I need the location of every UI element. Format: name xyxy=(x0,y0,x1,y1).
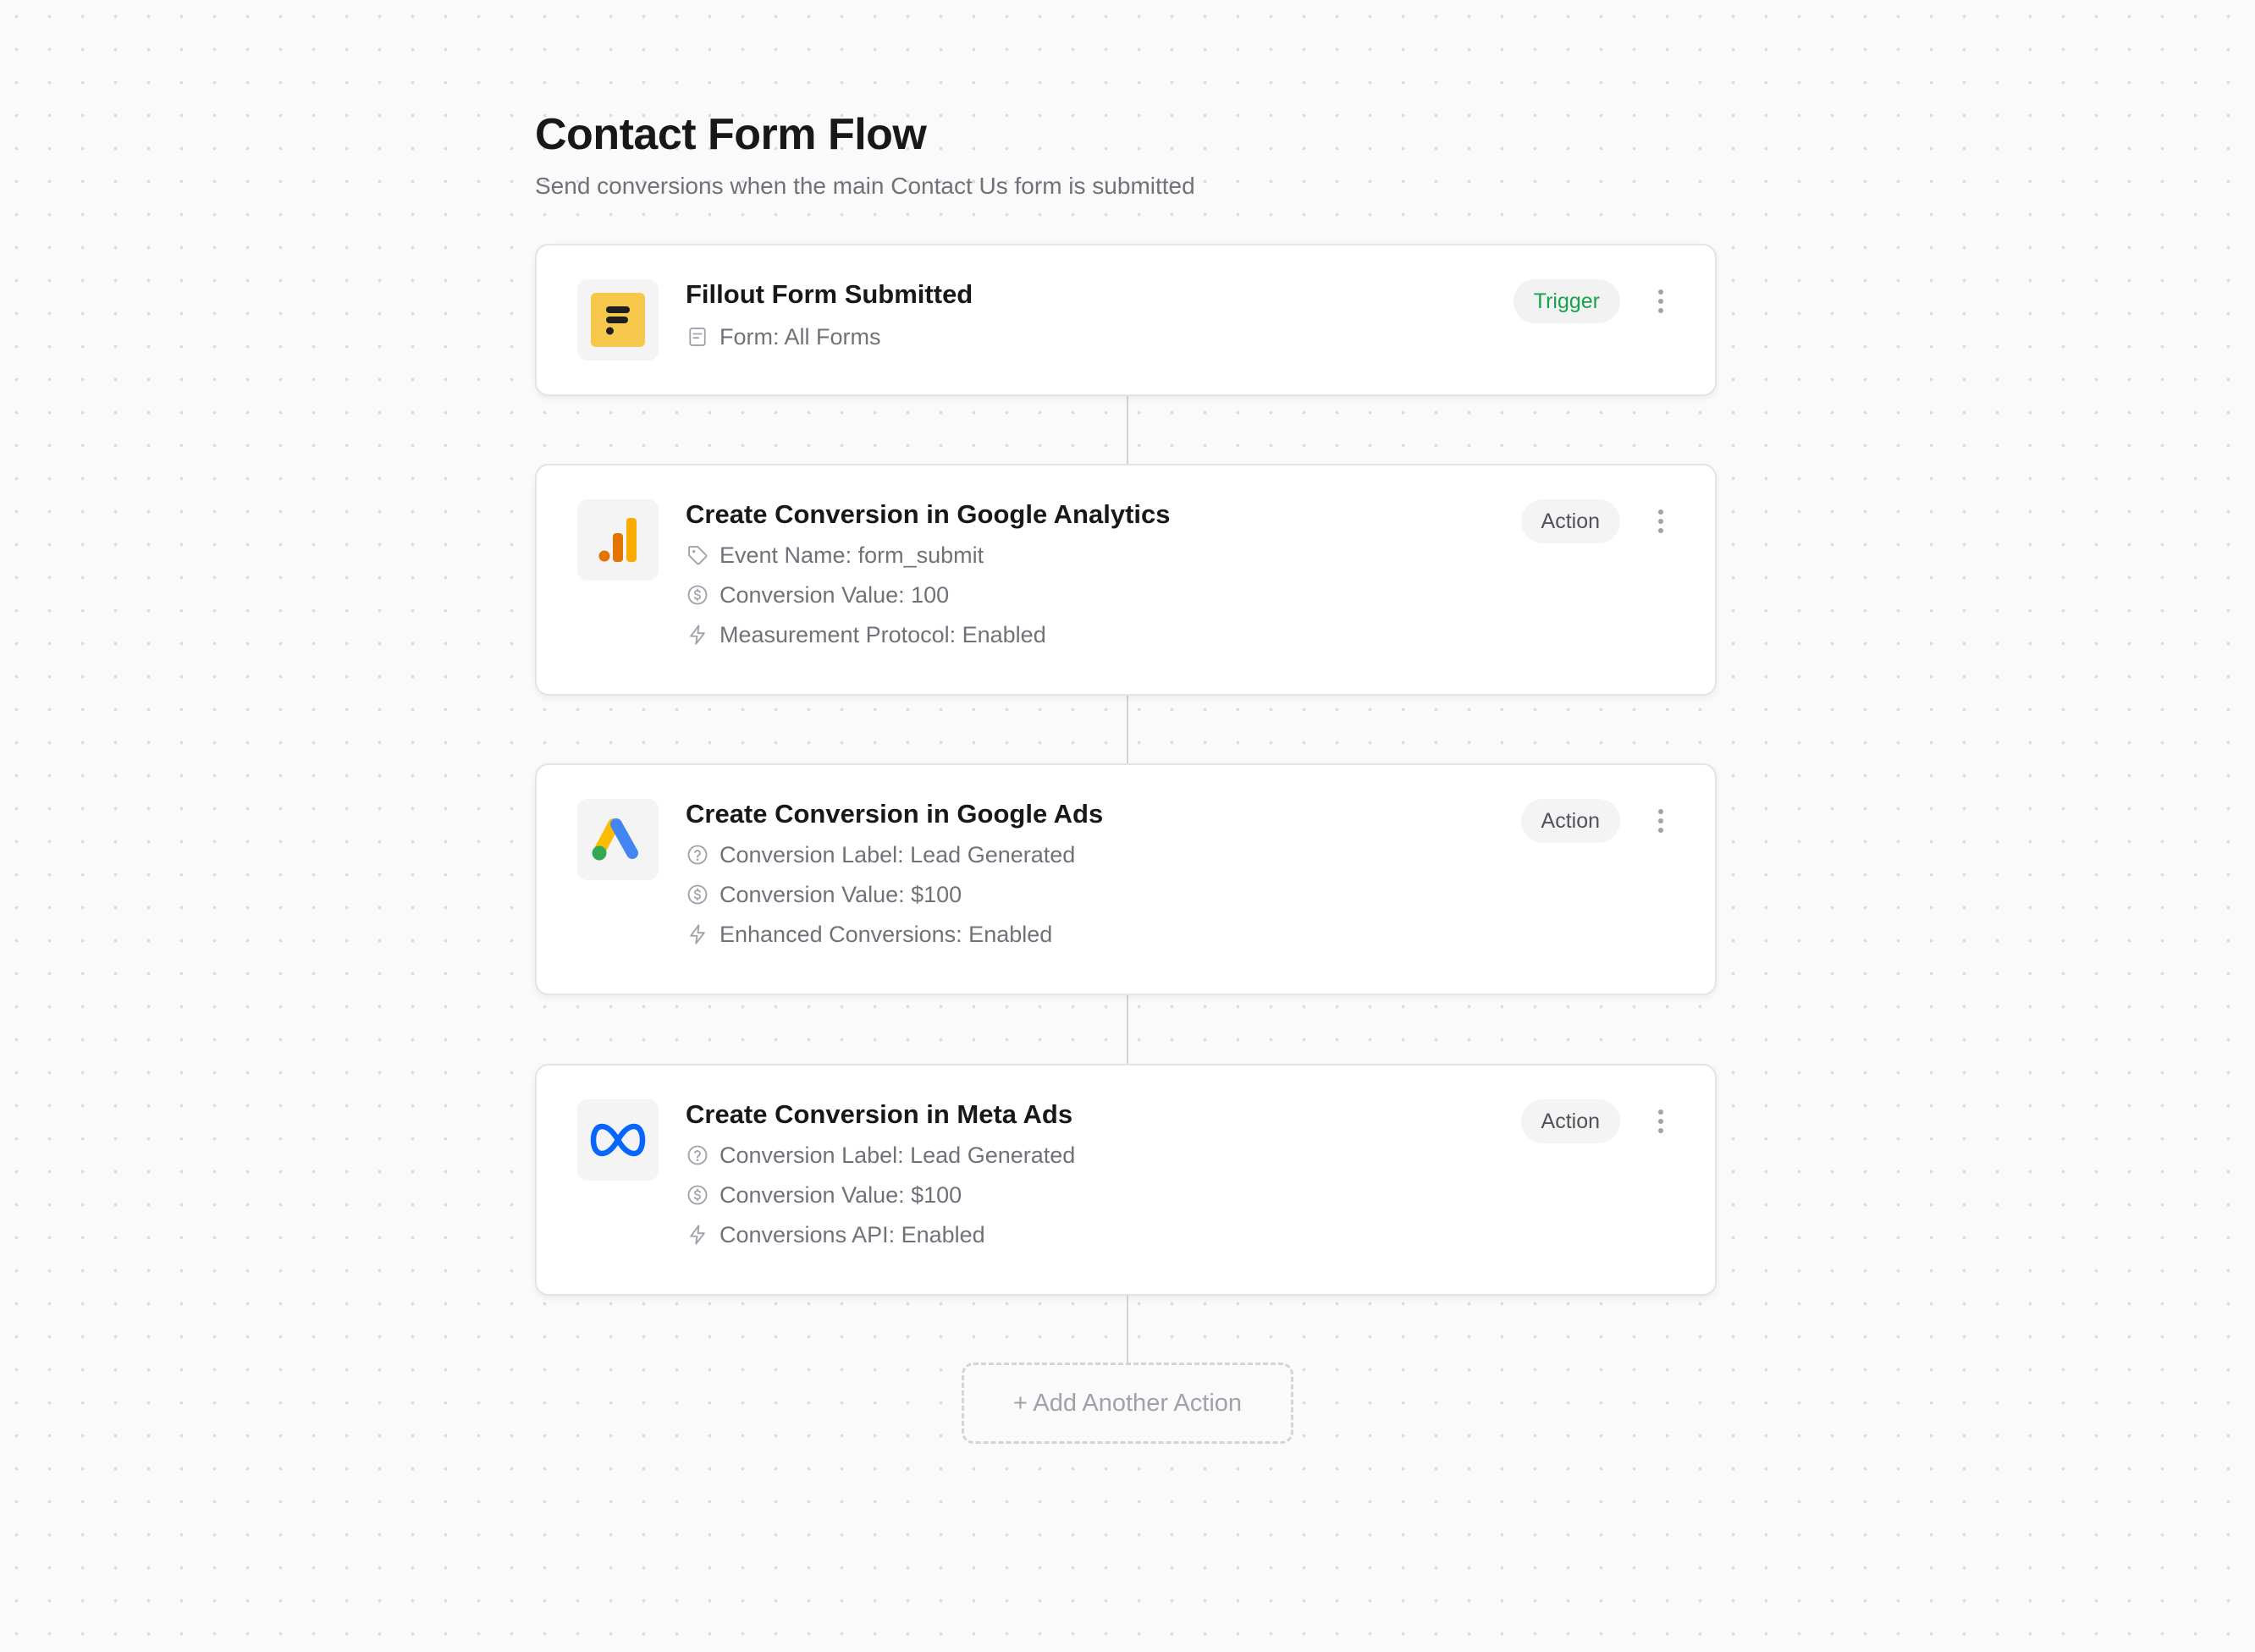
more-options-button[interactable] xyxy=(1647,279,1674,323)
connector-line xyxy=(1127,1296,1128,1363)
step-detail-event-name: Event Name: form_submit xyxy=(686,538,1596,571)
step-title: Create Conversion in Google Analytics xyxy=(686,499,1171,529)
dollar-circle-icon xyxy=(686,1183,709,1207)
dollar-circle-icon xyxy=(686,583,709,607)
step-detail-conversion-value: Conversion Value: $100 xyxy=(686,878,1596,911)
more-vertical-icon xyxy=(1657,508,1664,535)
step-detail-enhanced-conversions: Enhanced Conversions: Enabled xyxy=(686,917,1596,950)
page-title: Contact Form Flow xyxy=(535,110,927,159)
google-ads-logo xyxy=(577,799,659,880)
more-options-button[interactable] xyxy=(1647,499,1674,543)
lightning-icon xyxy=(686,922,709,946)
dollar-circle-icon xyxy=(686,883,709,906)
connector-line xyxy=(1127,696,1128,763)
form-icon xyxy=(686,325,709,349)
more-options-button[interactable] xyxy=(1647,1099,1674,1143)
step-card-fillout-trigger[interactable]: Fillout Form Submitted Form: All Forms T… xyxy=(535,244,1717,396)
step-detail-measurement-protocol: Measurement Protocol: Enabled xyxy=(686,618,1596,651)
meta-logo xyxy=(577,1099,659,1181)
connector-line xyxy=(1127,396,1128,464)
step-detail-conversions-api: Conversions API: Enabled xyxy=(686,1218,1596,1251)
step-card-google-ads[interactable]: Create Conversion in Google Ads Conversi… xyxy=(535,763,1717,995)
help-circle-icon xyxy=(686,843,709,867)
step-title: Fillout Form Submitted xyxy=(686,279,973,309)
step-detail-conversion-label: Conversion Label: Lead Generated xyxy=(686,838,1596,871)
more-vertical-icon xyxy=(1657,1108,1664,1135)
lightning-icon xyxy=(686,1223,709,1247)
step-title: Create Conversion in Meta Ads xyxy=(686,1099,1073,1129)
action-badge: Action xyxy=(1520,799,1620,843)
google-analytics-logo xyxy=(577,499,659,581)
step-detail-conversion-value: Conversion Value: 100 xyxy=(686,578,1596,611)
action-badge: Action xyxy=(1520,499,1620,543)
page-subtitle: Send conversions when the main Contact U… xyxy=(535,173,1195,199)
tag-icon xyxy=(686,543,709,567)
help-circle-icon xyxy=(686,1143,709,1167)
flow-canvas: Contact Form Flow Send conversions when … xyxy=(535,0,1720,1652)
more-vertical-icon xyxy=(1657,288,1664,315)
more-vertical-icon xyxy=(1657,807,1664,834)
action-badge: Action xyxy=(1520,1099,1620,1143)
step-detail-conversion-value: Conversion Value: $100 xyxy=(686,1178,1596,1211)
add-another-action-button[interactable]: + Add Another Action xyxy=(962,1363,1293,1444)
connector-line xyxy=(1127,995,1128,1064)
trigger-badge: Trigger xyxy=(1513,279,1620,323)
step-card-meta-ads[interactable]: Create Conversion in Meta Ads Conversion… xyxy=(535,1064,1717,1296)
step-detail-conversion-label: Conversion Label: Lead Generated xyxy=(686,1138,1596,1171)
more-options-button[interactable] xyxy=(1647,799,1674,843)
step-card-google-analytics[interactable]: Create Conversion in Google Analytics Ev… xyxy=(535,464,1717,696)
fillout-logo xyxy=(577,279,659,361)
step-title: Create Conversion in Google Ads xyxy=(686,799,1104,829)
step-detail-form: Form: All Forms xyxy=(686,320,1596,353)
lightning-icon xyxy=(686,623,709,647)
